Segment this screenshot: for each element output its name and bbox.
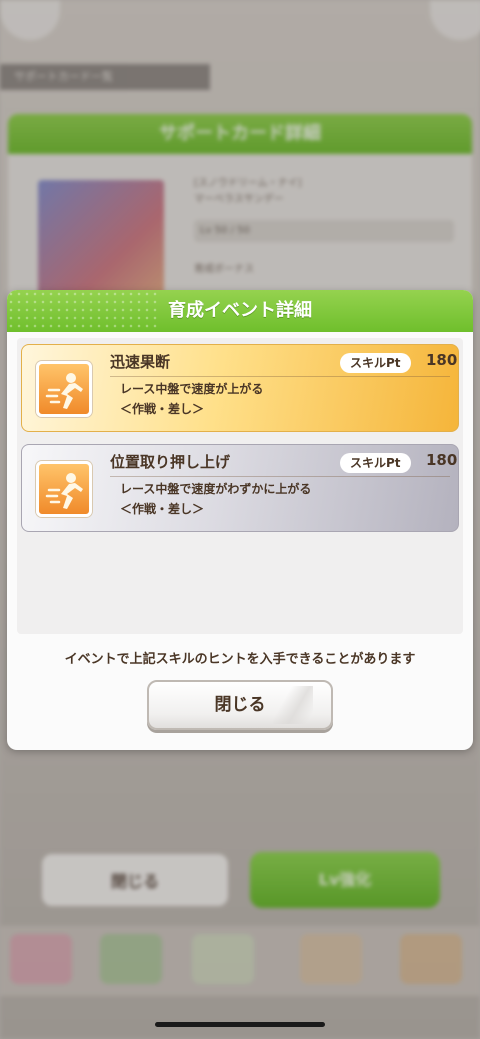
- skill-pt-value: 180: [426, 351, 458, 369]
- skill-name: 位置取り押し上げ: [110, 453, 231, 471]
- dialog-header: 育成イベント詳細: [7, 290, 473, 332]
- training-event-detail-dialog: 育成イベント詳細 迅速果断 スキルPt 180 レース中盤で速度が上がる ＜作戦…: [7, 290, 473, 750]
- home-indicator[interactable]: [155, 1022, 325, 1027]
- skill-card[interactable]: 位置取り押し上げ スキルPt 180 レース中盤で速度がわずかに上がる ＜作戦・…: [21, 444, 459, 532]
- running-speed-icon: [36, 361, 92, 417]
- close-button[interactable]: 閉じる: [147, 680, 333, 730]
- skill-pt-value: 180: [426, 451, 458, 469]
- skill-list: 迅速果断 スキルPt 180 レース中盤で速度が上がる ＜作戦・差し＞ 位置取り…: [17, 338, 463, 634]
- skill-condition-tag: ＜作戦・差し＞: [120, 402, 205, 416]
- skill-pt-label: スキルPt: [340, 353, 411, 373]
- running-speed-icon: [36, 461, 92, 517]
- hint-note: イベントで上記スキルのヒントを入手できることがあります: [64, 652, 416, 667]
- skill-description: レース中盤で速度が上がる: [120, 382, 264, 396]
- skill-description: レース中盤で速度がわずかに上がる: [120, 482, 312, 496]
- divider: [110, 476, 450, 477]
- skill-card[interactable]: 迅速果断 スキルPt 180 レース中盤で速度が上がる ＜作戦・差し＞: [21, 344, 459, 432]
- skill-name: 迅速果断: [110, 353, 171, 371]
- skill-pt-label: スキルPt: [340, 453, 411, 473]
- divider: [110, 376, 450, 377]
- dialog-title: 育成イベント詳細: [168, 300, 312, 321]
- skill-condition-tag: ＜作戦・差し＞: [120, 502, 205, 516]
